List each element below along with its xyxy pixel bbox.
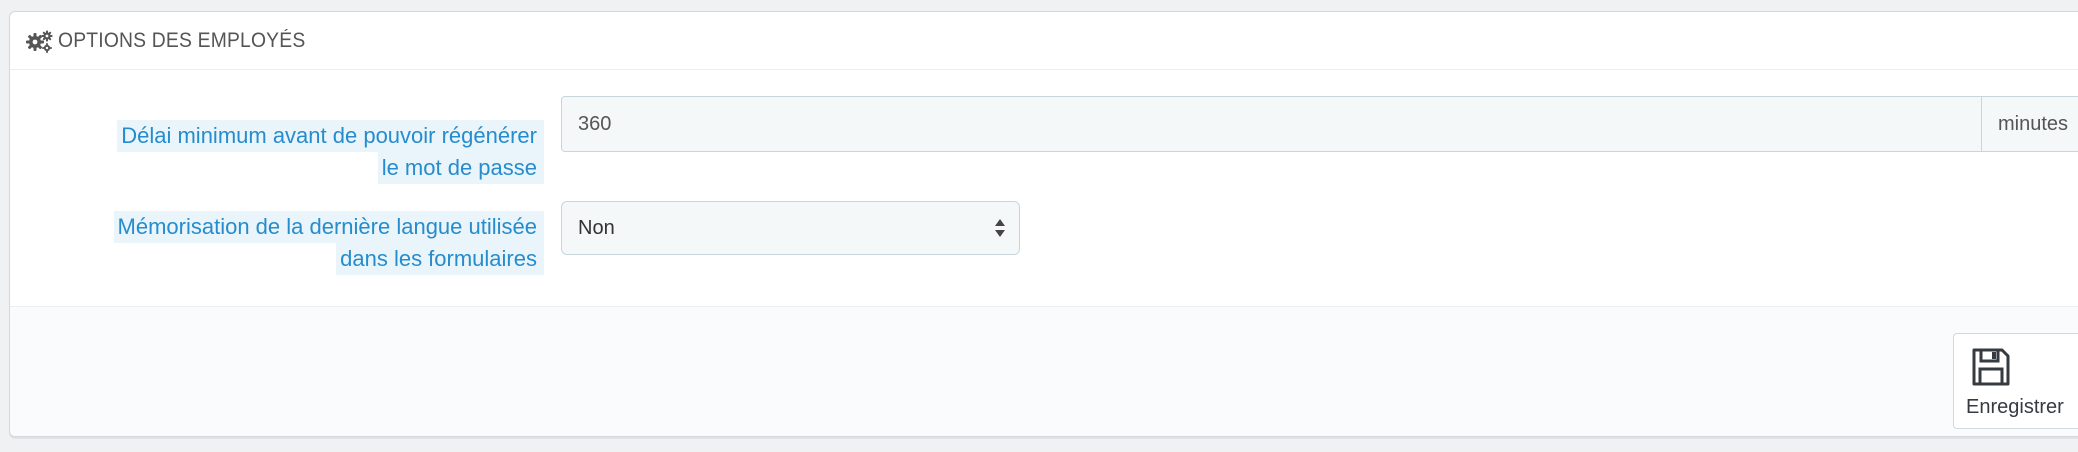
remember-language-label-line1: Mémorisation de la dernière langue utili… — [113, 211, 544, 243]
cogs-icon — [26, 29, 54, 53]
floppy-disk-icon — [1970, 346, 2012, 388]
password-delay-label-line1: Délai minimum avant de pouvoir régénérer — [117, 120, 544, 152]
save-button[interactable]: Enregistrer — [1953, 333, 2078, 429]
remember-language-select[interactable]: Non — [561, 201, 1020, 255]
minutes-addon: minutes — [1981, 97, 2078, 151]
remember-language-selected: Non — [578, 216, 615, 239]
panel-footer: Enregistrer — [10, 306, 2078, 436]
password-delay-input[interactable] — [562, 97, 1981, 151]
select-arrows-icon — [993, 217, 1007, 239]
panel-heading: OPTIONS DES EMPLOYÉS — [10, 12, 2078, 70]
save-button-label: Enregistrer — [1966, 396, 2064, 418]
remember-language-label: Mémorisation de la dernière langue utili… — [10, 211, 544, 275]
employee-options-panel: OPTIONS DES EMPLOYÉS Délai minimum avant… — [9, 11, 2078, 437]
password-delay-input-group: minutes — [561, 96, 2078, 152]
remember-language-label-line2: dans les formulaires — [336, 243, 544, 275]
panel-title: OPTIONS DES EMPLOYÉS — [58, 28, 306, 52]
password-delay-label-line2: le mot de passe — [377, 152, 544, 184]
password-delay-label: Délai minimum avant de pouvoir régénérer… — [10, 120, 544, 184]
